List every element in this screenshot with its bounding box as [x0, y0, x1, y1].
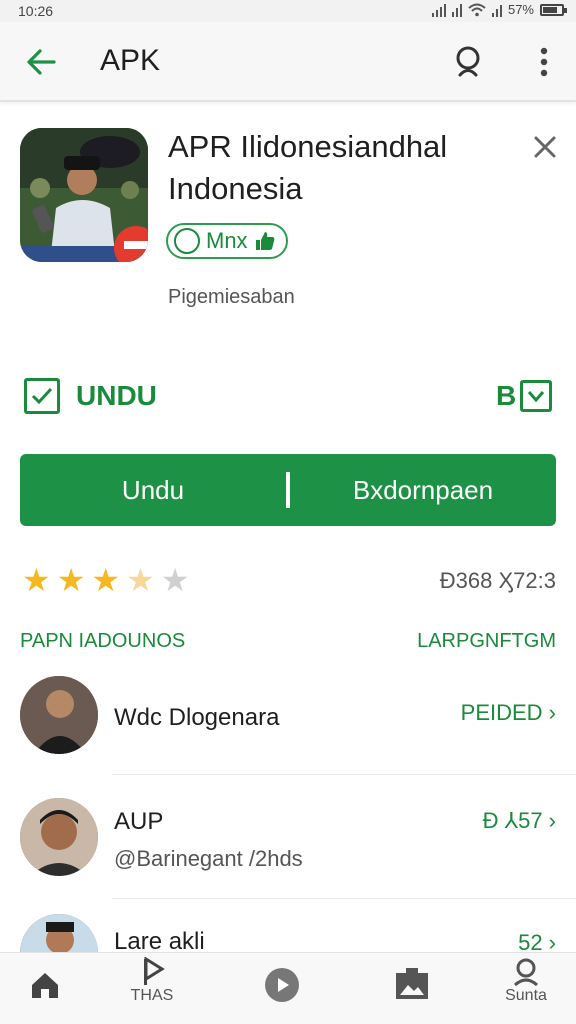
left-check-label: UNDU — [76, 380, 157, 411]
item-name: Wdc Dlogenara — [114, 704, 280, 731]
nav-play[interactable] — [242, 953, 322, 1024]
star-empty-icon: ★ — [160, 562, 190, 598]
app-subtitle: Pigemiesaban — [168, 286, 295, 308]
star-icon: ★ — [56, 562, 86, 598]
status-icons: 57% — [431, 2, 567, 17]
left-checkbox[interactable] — [24, 378, 60, 414]
wifi-icon — [468, 3, 486, 16]
back-arrow-icon[interactable] — [22, 42, 62, 82]
section-link[interactable]: LARPGNFTGM — [417, 630, 556, 653]
item-action[interactable]: PEIDED › — [461, 700, 556, 726]
leaf-icon — [174, 228, 200, 254]
page-title: APK — [100, 44, 161, 77]
list-item[interactable]: Lare akli 52 › — [20, 914, 556, 952]
item-name: Lare akli — [114, 928, 205, 952]
nav-label: THAS — [130, 987, 174, 1004]
badge-pill: Mnx — [166, 223, 288, 259]
section-title: PAPN IADOUNOS — [20, 630, 186, 652]
avatar — [20, 798, 98, 876]
divider — [112, 898, 576, 899]
more-vert-icon[interactable] — [526, 42, 562, 82]
option-row: UNDU B — [24, 376, 556, 416]
bottom-navigation: THAS Sunta — [0, 952, 576, 1024]
nav-label: Sunta — [505, 987, 547, 1004]
rating-stars: ★ ★ ★ ★ ★ — [22, 564, 189, 596]
item-subtitle: @Barinegant /2hds — [114, 846, 303, 871]
status-bar: 10:26 57% — [0, 0, 576, 22]
secondary-button[interactable]: Bxdornpaen — [290, 454, 556, 526]
nav-gallery[interactable] — [372, 953, 452, 1024]
action-button-bar: Undu Bxdornpaen — [20, 454, 556, 526]
right-check-label: B — [496, 380, 517, 411]
list-item[interactable]: AUP @Barinegant /2hds Ɖ ⅄57 › — [20, 798, 556, 878]
play-circle-icon — [265, 968, 299, 1002]
close-icon[interactable] — [530, 132, 560, 162]
avatar — [20, 914, 98, 952]
app-title: APR Ilidonesiandhal Indonesia — [168, 129, 448, 206]
star-half-icon: ★ — [126, 562, 155, 598]
app-badge: Mnx — [166, 222, 288, 260]
status-time: 10:26 — [18, 3, 54, 19]
battery-text: 57% — [507, 2, 534, 17]
signal-icon-3 — [491, 3, 502, 17]
nav-account[interactable]: Sunta — [486, 953, 566, 1024]
item-action[interactable]: Ɖ ⅄57 › — [483, 808, 556, 834]
app-icon — [20, 128, 148, 262]
image-icon — [396, 968, 428, 999]
item-action[interactable]: 52 › — [518, 930, 556, 952]
star-icon: ★ — [22, 562, 51, 598]
app-bar: APK — [0, 22, 576, 102]
signal-icon — [431, 3, 446, 17]
star-icon: ★ — [91, 562, 121, 598]
account-icon — [513, 958, 539, 987]
home-icon — [32, 973, 58, 998]
battery-icon — [540, 3, 567, 16]
rating-count: Ɖ368 Ӽ72:3 — [439, 568, 556, 593]
list-item[interactable]: Wdc Dlogenara PEIDED › — [20, 676, 556, 756]
avatar — [20, 676, 98, 754]
download-button[interactable]: Undu — [20, 454, 286, 526]
divider — [112, 774, 576, 775]
item-name: AUP — [114, 808, 164, 835]
play-flag-icon — [144, 957, 165, 985]
nav-thas[interactable]: THAS — [112, 953, 192, 1024]
thumbs-up-icon — [255, 232, 274, 250]
badge-text: Mnx — [206, 228, 248, 253]
right-checkbox[interactable] — [520, 380, 552, 412]
signal-icon-2 — [451, 3, 462, 17]
search-icon[interactable] — [450, 42, 490, 82]
nav-home[interactable] — [4, 953, 84, 1024]
